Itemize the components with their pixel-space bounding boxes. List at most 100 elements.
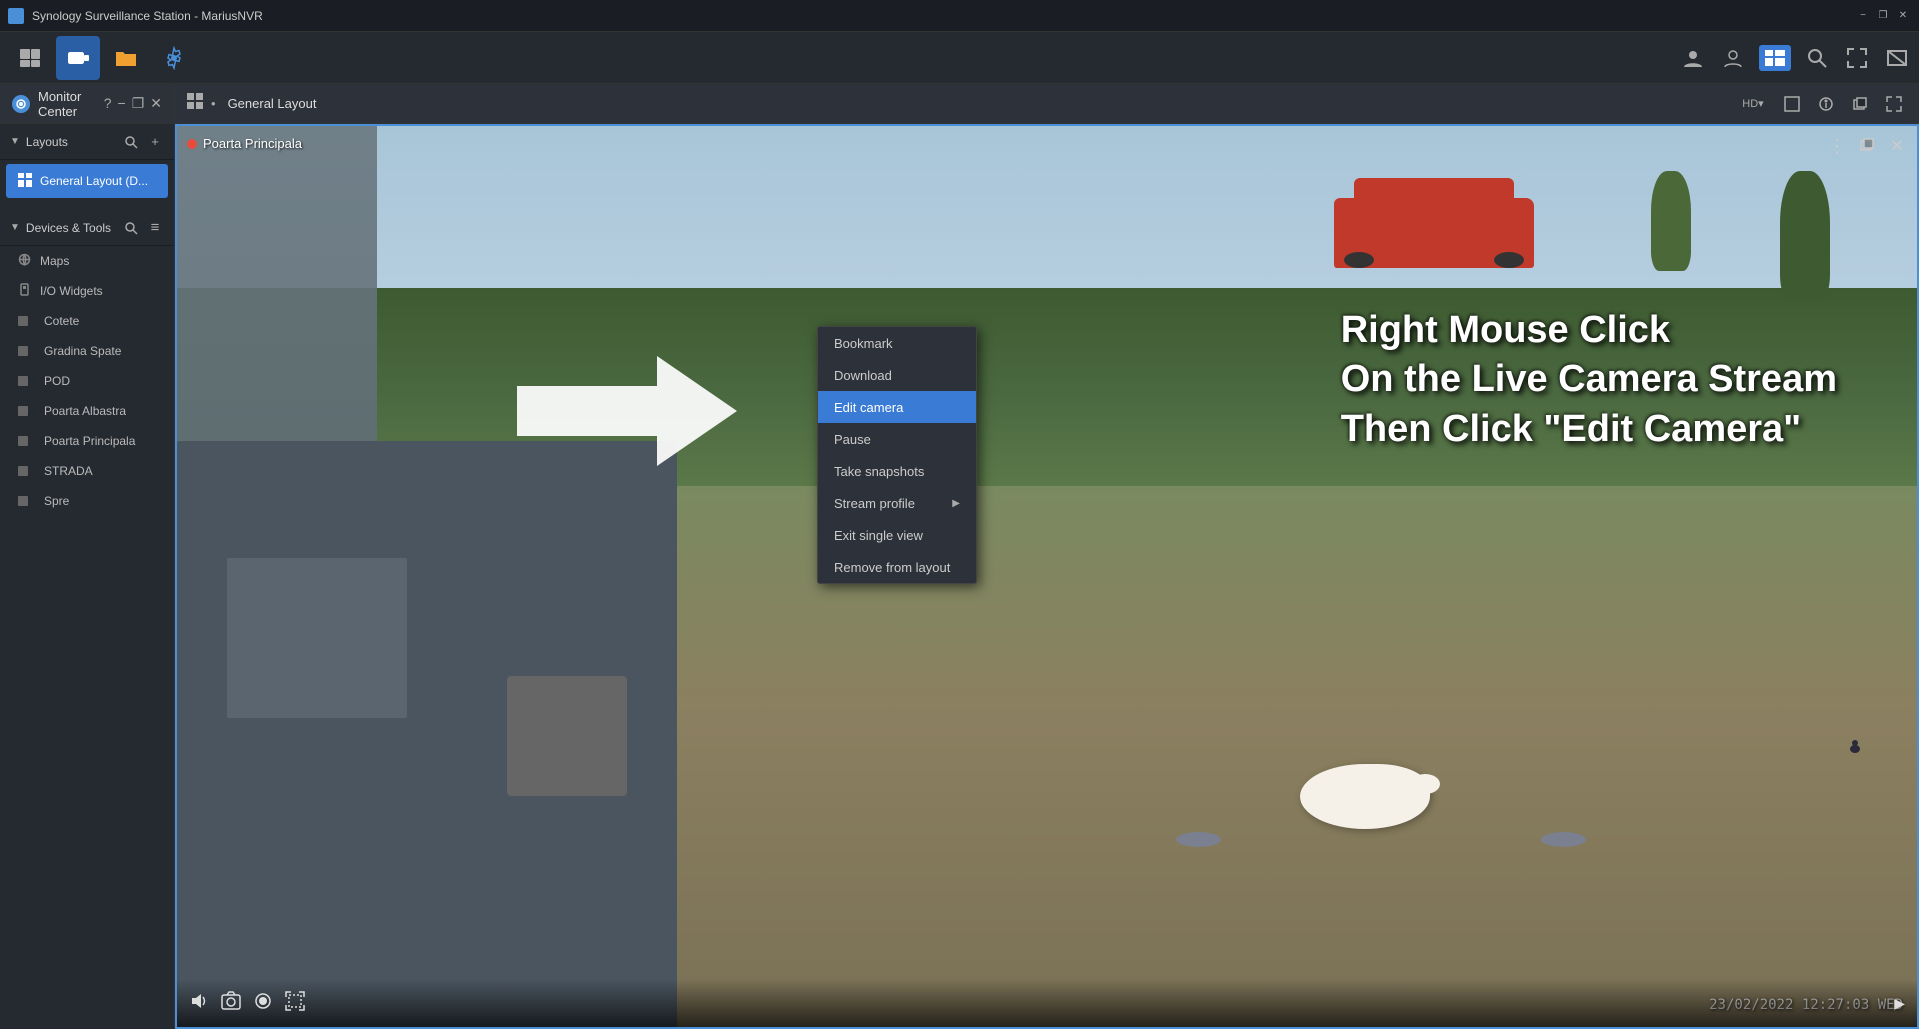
layouts-arrow: ▼ — [10, 136, 20, 147]
toolbar-monitor-btn[interactable] — [8, 36, 52, 80]
minimize-button[interactable]: − — [1855, 8, 1871, 24]
layout-item-icon — [18, 173, 32, 190]
device-poarta-principala[interactable]: Poarta Principala — [0, 426, 174, 456]
layouts-search-btn[interactable] — [122, 133, 140, 151]
io-icon — [18, 283, 32, 299]
context-exit-single[interactable]: Exit single view — [818, 519, 976, 551]
monitor-center-header: Monitor Center ? − ❐ ✕ — [0, 84, 174, 124]
snapshot-btn[interactable] — [221, 991, 241, 1016]
device-io-widgets[interactable]: I/O Widgets — [0, 276, 174, 306]
context-pause[interactable]: Pause — [818, 423, 976, 455]
context-take-snapshots[interactable]: Take snapshots — [818, 455, 976, 487]
monitor-center-icon — [12, 95, 30, 113]
strada-icon — [18, 466, 28, 476]
camera-bottom-controls: ▶ — [177, 979, 1917, 1027]
context-download[interactable]: Download — [818, 359, 976, 391]
help-button[interactable]: ? — [104, 95, 112, 112]
layout-item-label: General Layout (D... — [40, 174, 148, 188]
layouts-title: Layouts — [26, 135, 116, 149]
overlay-line2: On the Live Camera Stream — [1341, 355, 1837, 404]
camera-view-area: Poarta Principala ⋮ ✕ — [175, 124, 1919, 1029]
devices-actions: ≡ — [122, 219, 164, 237]
layouts-section-header: ▼ Layouts + — [0, 124, 174, 160]
overlay-line3: Then Click "Edit Camera" — [1341, 405, 1837, 454]
layout-expand-btn[interactable] — [1881, 91, 1907, 117]
sidebar: Monitor Center ? − ❐ ✕ ▼ Layouts + — [0, 84, 175, 1029]
mc-close-button[interactable]: ✕ — [150, 95, 162, 112]
camera-more-btn[interactable]: ⋮ — [1825, 134, 1849, 158]
devices-menu-btn[interactable]: ≡ — [146, 219, 164, 237]
devices-section-header: ▼ Devices & Tools ≡ — [0, 210, 174, 246]
volume-btn[interactable] — [189, 991, 209, 1016]
devices-search-btn[interactable] — [122, 219, 140, 237]
device-poarta-albastra[interactable]: Poarta Albastra — [0, 396, 174, 426]
scene-bird — [1845, 737, 1865, 757]
layout-quality-btn[interactable]: HD▾ — [1735, 91, 1771, 117]
toolbar-camera-btn[interactable] — [56, 36, 100, 80]
device-strada[interactable]: STRADA — [0, 456, 174, 486]
gradina-spate-icon — [18, 346, 28, 356]
device-poarta-albastra-label: Poarta Albastra — [44, 404, 126, 418]
scene-bowl1 — [1176, 832, 1221, 847]
camera-status-dot — [187, 139, 197, 149]
restore-button[interactable]: ❐ — [1875, 8, 1891, 24]
monitor-center-actions: ? − ❐ ✕ — [104, 95, 162, 112]
cam-arrow-btn[interactable]: ▶ — [1894, 995, 1905, 1012]
devices-section: ▼ Devices & Tools ≡ Maps — [0, 210, 174, 1029]
context-stream-profile[interactable]: Stream profile ▶ — [818, 487, 976, 519]
toolbar-folder-btn[interactable] — [104, 36, 148, 80]
toolbar-fullscreen-btn[interactable] — [1843, 44, 1871, 72]
close-button[interactable]: ✕ — [1895, 8, 1911, 24]
camera-close-btn[interactable]: ✕ — [1885, 134, 1909, 158]
device-pod[interactable]: POD — [0, 366, 174, 396]
spre-icon — [18, 496, 28, 506]
layout-grid-icon — [187, 93, 203, 114]
poarta-albastra-icon — [18, 406, 28, 416]
general-layout-item[interactable]: General Layout (D... — [6, 164, 168, 198]
mc-minimize-button[interactable]: − — [118, 95, 126, 112]
cam-controls — [189, 991, 305, 1016]
app-title: Synology Surveillance Station - MariusNV… — [32, 9, 263, 23]
window-controls: − ❐ ✕ — [1855, 8, 1911, 24]
context-edit-camera[interactable]: Edit camera — [818, 391, 976, 423]
app-icon — [8, 8, 24, 24]
devices-title: Devices & Tools — [26, 221, 116, 235]
cam-fullscreen-btn[interactable] — [285, 991, 305, 1016]
scene-tree2 — [1651, 171, 1691, 271]
scene-car — [1334, 198, 1534, 268]
scene-tree1 — [1780, 171, 1830, 301]
arrow-overlay — [517, 346, 717, 466]
toolbar-expand-btn[interactable] — [1883, 44, 1911, 72]
toolbar-settings-btn[interactable] — [152, 36, 196, 80]
camera-top-right: ⋮ ✕ — [1825, 134, 1909, 158]
toolbar-user-btn[interactable] — [1719, 44, 1747, 72]
mc-restore-button[interactable]: ❐ — [132, 95, 145, 112]
text-overlay: Right Mouse Click On the Live Camera Str… — [1341, 306, 1837, 454]
toolbar-avatar-btn[interactable] — [1679, 44, 1707, 72]
toolbar-layout-btn[interactable] — [1759, 45, 1791, 71]
device-spre[interactable]: Spre — [0, 486, 174, 516]
layout-window-btn[interactable] — [1847, 91, 1873, 117]
layout-header-title: General Layout — [228, 96, 1727, 111]
main-content: • General Layout HD▾ — [175, 84, 1919, 1029]
scene-garage — [177, 441, 677, 1027]
scene-dog — [1300, 764, 1430, 829]
maps-icon — [18, 253, 32, 269]
layouts-add-btn[interactable]: + — [146, 133, 164, 151]
context-bookmark[interactable]: Bookmark — [818, 327, 976, 359]
camera-window-btn[interactable] — [1855, 134, 1879, 158]
record-btn[interactable] — [253, 991, 273, 1016]
device-maps[interactable]: Maps — [0, 246, 174, 276]
monitor-center-title: Monitor Center — [38, 89, 96, 119]
toolbar-right — [1679, 44, 1911, 72]
device-cotete[interactable]: Cotete — [0, 306, 174, 336]
layout-fullscreen-btn[interactable] — [1779, 91, 1805, 117]
main-layout: Monitor Center ? − ❐ ✕ ▼ Layouts + — [0, 84, 1919, 1029]
layout-info-btn[interactable] — [1813, 91, 1839, 117]
layouts-actions: + — [122, 133, 164, 151]
device-cotete-label: Cotete — [44, 314, 79, 328]
device-io-label: I/O Widgets — [40, 284, 103, 298]
context-remove-layout[interactable]: Remove from layout — [818, 551, 976, 583]
device-gradina-spate[interactable]: Gradina Spate — [0, 336, 174, 366]
toolbar-search-btn[interactable] — [1803, 44, 1831, 72]
